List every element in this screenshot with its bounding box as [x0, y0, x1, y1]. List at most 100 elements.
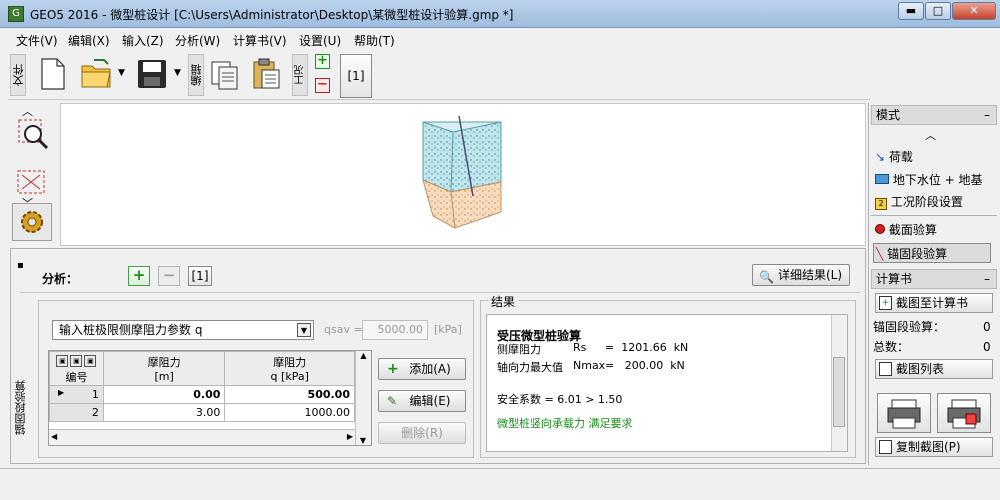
mode-item-stage-settings[interactable]: 2 工况阶段设置 [875, 192, 963, 212]
add-report-icon: + [879, 296, 892, 310]
table-cell-friction[interactable]: 500.00 [224, 385, 355, 404]
menu-file[interactable]: 文件(V) [16, 32, 58, 49]
results-line1-label: 侧摩阻力 [497, 343, 541, 356]
results-safety-factor: 安全系数 = 6.01 > 1.50 [497, 393, 623, 406]
table-row-number[interactable]: 2 [49, 403, 104, 422]
title-bar: G GEO5 2016 - 微型桩设计 [C:\Users\Administra… [0, 0, 1000, 28]
results-scrollbar[interactable] [831, 315, 847, 451]
copy-screenshot-button[interactable]: 复制截图(P) [875, 437, 993, 457]
add-stage-icon[interactable]: + [315, 54, 330, 69]
table-select-all-icon[interactable]: ▣ [56, 355, 69, 367]
minimize-button[interactable]: ▬ [898, 2, 924, 20]
table-vertical-scrollbar[interactable]: ▲ ▼ [355, 351, 371, 445]
detail-results-icon: 🔍 [759, 270, 774, 284]
copy-screenshot-icon [879, 440, 892, 454]
print-button[interactable] [877, 393, 931, 433]
stage-selector-button[interactable]: [1] [340, 54, 372, 98]
app-logo-icon: G [8, 6, 24, 22]
detail-results-button[interactable]: 🔍 详细结果(L) [752, 264, 850, 286]
results-line1-value: = 1201.66 kN [605, 341, 689, 354]
pile-soil-model-graphic [422, 115, 502, 229]
table-header-depth: 摩阻力 [m] [102, 351, 226, 386]
table-row[interactable]: ▶ 1 0.00 500.00 [49, 385, 355, 404]
menu-input[interactable]: 输入(Z) [122, 32, 164, 49]
results-line2-label: 轴向力最大值 [497, 361, 563, 374]
mode-item-loads[interactable]: ↘ 荷载 [875, 147, 913, 167]
scroll-left-icon[interactable]: ◀ [51, 432, 57, 441]
table-row[interactable]: 2 3.00 1000.00 [49, 403, 355, 422]
scroll-up-icon[interactable]: ▲ [356, 351, 371, 360]
toolbar: 文件 ▼ ▼ 编辑 工况 + − [1] [8, 50, 870, 100]
save-icon[interactable] [136, 58, 168, 93]
qsav-input[interactable]: 5000.00 [362, 320, 428, 340]
menu-edit[interactable]: 编辑(X) [68, 32, 110, 49]
qsav-label: qsav = [324, 323, 363, 336]
maximize-button[interactable]: □ [925, 2, 951, 20]
new-file-icon[interactable] [40, 58, 66, 93]
total-count-value: 0 [983, 340, 991, 354]
mode-item-section-check[interactable]: 截面验算 [875, 220, 937, 240]
save-dropdown-icon[interactable]: ▼ [174, 68, 181, 78]
edit-row-button[interactable]: ✎ 编辑(E) [378, 390, 466, 412]
table-cell-depth[interactable]: 0.00 [102, 385, 226, 404]
screenshot-list-button[interactable]: 截图列表 [875, 359, 993, 379]
copy-data-icon[interactable] [210, 58, 240, 93]
analysis-label: 分析： [42, 272, 79, 286]
report-header: 计算书 – [871, 269, 997, 289]
add-analysis-icon[interactable]: + [128, 266, 150, 286]
print-preview-button[interactable] [937, 393, 991, 433]
table-paste-icon[interactable]: ▣ [84, 355, 97, 367]
remove-analysis-icon[interactable]: − [158, 266, 180, 286]
table-horizontal-scrollbar[interactable]: ◀ ▶ [49, 429, 355, 445]
add-row-button[interactable]: + 添加(A) [378, 358, 466, 380]
gear-icon [21, 211, 43, 233]
scroll-down-icon[interactable]: ▼ [356, 436, 370, 445]
mode-item-anchor-check[interactable]: ╲ 锚固段验算 [873, 243, 991, 263]
print-preview-icon [947, 399, 981, 429]
menu-help[interactable]: 帮助(T) [354, 32, 395, 49]
open-dropdown-icon[interactable]: ▼ [118, 68, 125, 78]
fit-view-icon[interactable] [16, 169, 46, 198]
status-bar [0, 468, 1000, 500]
menu-analysis[interactable]: 分析(W) [175, 32, 220, 49]
open-folder-icon[interactable] [80, 58, 114, 93]
mode-item-groundwater[interactable]: 地下水位 + 地基 [875, 170, 983, 190]
results-line2-symbol: Nmax [573, 359, 606, 372]
mode-up-chevron-icon[interactable]: ︿ [925, 127, 936, 143]
add-to-report-button[interactable]: + 截图至计算书 [875, 293, 993, 313]
table-cell-depth[interactable]: 3.00 [102, 403, 226, 422]
analysis-number-button[interactable]: [1] [188, 266, 212, 286]
vertical-tab-label: 锚固段验算 [14, 380, 27, 436]
paste-data-icon[interactable] [252, 58, 282, 93]
toolbar-stage-label: 工况 [292, 54, 308, 96]
table-row-number[interactable]: ▶ 1 [49, 385, 104, 404]
tab-pin-icon[interactable]: ▪ [17, 260, 24, 271]
parameter-dropdown[interactable]: 输入桩极限侧摩阻力参数 q ▼ [52, 320, 314, 340]
menu-report[interactable]: 计算书(V) [233, 32, 287, 49]
menu-settings[interactable]: 设置(U) [299, 32, 341, 49]
mode-header: 模式 – [871, 105, 997, 125]
close-button[interactable]: ✕ [952, 2, 996, 20]
section-check-icon [875, 224, 885, 234]
results-conclusion: 微型桩竖向承载力 满足要求 [497, 417, 633, 430]
zoom-icon[interactable] [16, 117, 50, 154]
edit-pencil-icon: ✎ [387, 394, 398, 408]
delete-row-button[interactable]: 删除(R) [378, 422, 466, 444]
printer-icon [887, 399, 921, 429]
results-line2-value: = 200.00 kN [605, 359, 685, 372]
model-3d-view[interactable] [60, 103, 866, 246]
dropdown-arrow-icon: ▼ [297, 323, 311, 337]
load-arrow-icon: ↘ [875, 150, 886, 164]
qsav-unit: [kPa] [434, 323, 462, 336]
total-count-label: 总数： [873, 340, 910, 354]
table-cell-friction[interactable]: 1000.00 [224, 403, 355, 422]
settings-button[interactable] [12, 203, 52, 241]
scroll-right-icon[interactable]: ▶ [347, 432, 353, 441]
table-copy-icon[interactable]: ▣ [70, 355, 83, 367]
table-header-friction: 摩阻力 q [kPa] [224, 351, 355, 386]
menu-bar: 文件(V) 编辑(X) 输入(Z) 分析(W) 计算书(V) 设置(U) 帮助(… [8, 29, 868, 49]
results-scroll-thumb[interactable] [833, 357, 845, 427]
groundwater-icon [875, 174, 889, 184]
toolbar-edit-label: 编辑 [188, 54, 204, 96]
remove-stage-icon[interactable]: − [315, 78, 330, 93]
